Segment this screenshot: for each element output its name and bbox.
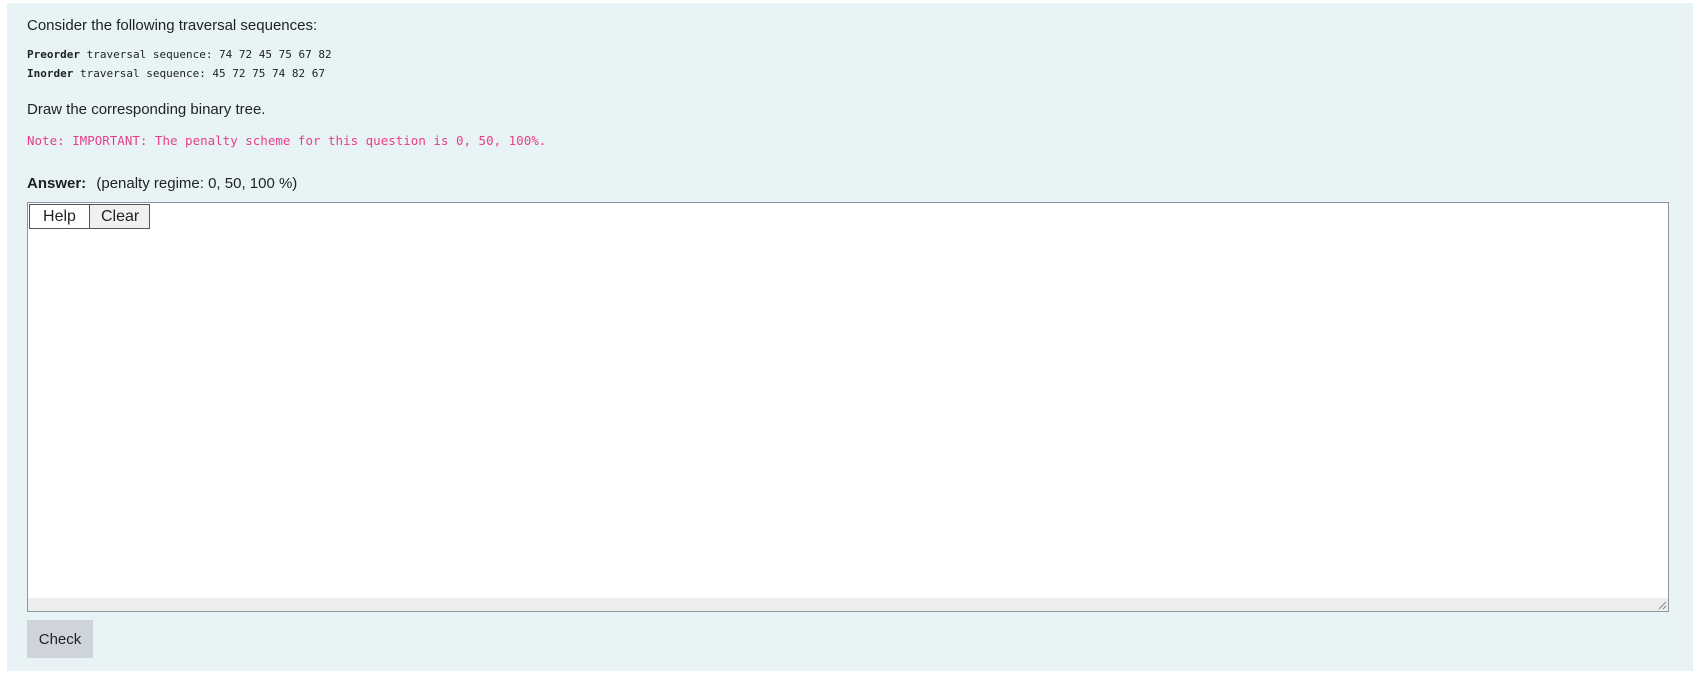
canvas-toolbar: Help Clear (29, 204, 150, 229)
question-instruction: Draw the corresponding binary tree. (27, 101, 266, 118)
answer-label: Answer: (27, 175, 87, 192)
check-button[interactable]: Check (27, 620, 93, 658)
preorder-line: Preorder traversal sequence: 74 72 45 75… (27, 45, 332, 64)
canvas-bottom-strip (28, 598, 1668, 611)
inorder-sequence: traversal sequence: 45 72 75 74 82 67 (73, 67, 326, 80)
help-button[interactable]: Help (29, 204, 90, 229)
penalty-note: Note: IMPORTANT: The penalty scheme for … (27, 133, 547, 148)
tree-drawing-canvas[interactable]: Help Clear (27, 202, 1669, 612)
inorder-label: Inorder (27, 67, 74, 80)
question-intro: Consider the following traversal sequenc… (27, 17, 318, 34)
traversal-sequences: Preorder traversal sequence: 74 72 45 75… (27, 45, 332, 83)
answer-row: Answer: (penalty regime: 0, 50, 100 %) (27, 174, 297, 194)
clear-button[interactable]: Clear (90, 204, 150, 229)
inorder-line: Inorder traversal sequence: 45 72 75 74 … (27, 64, 332, 83)
penalty-regime: (penalty regime: 0, 50, 100 %) (96, 175, 298, 192)
preorder-sequence: traversal sequence: 74 72 45 75 67 82 (79, 48, 332, 61)
resize-grip-icon[interactable] (1657, 600, 1667, 610)
preorder-label: Preorder (27, 48, 80, 61)
